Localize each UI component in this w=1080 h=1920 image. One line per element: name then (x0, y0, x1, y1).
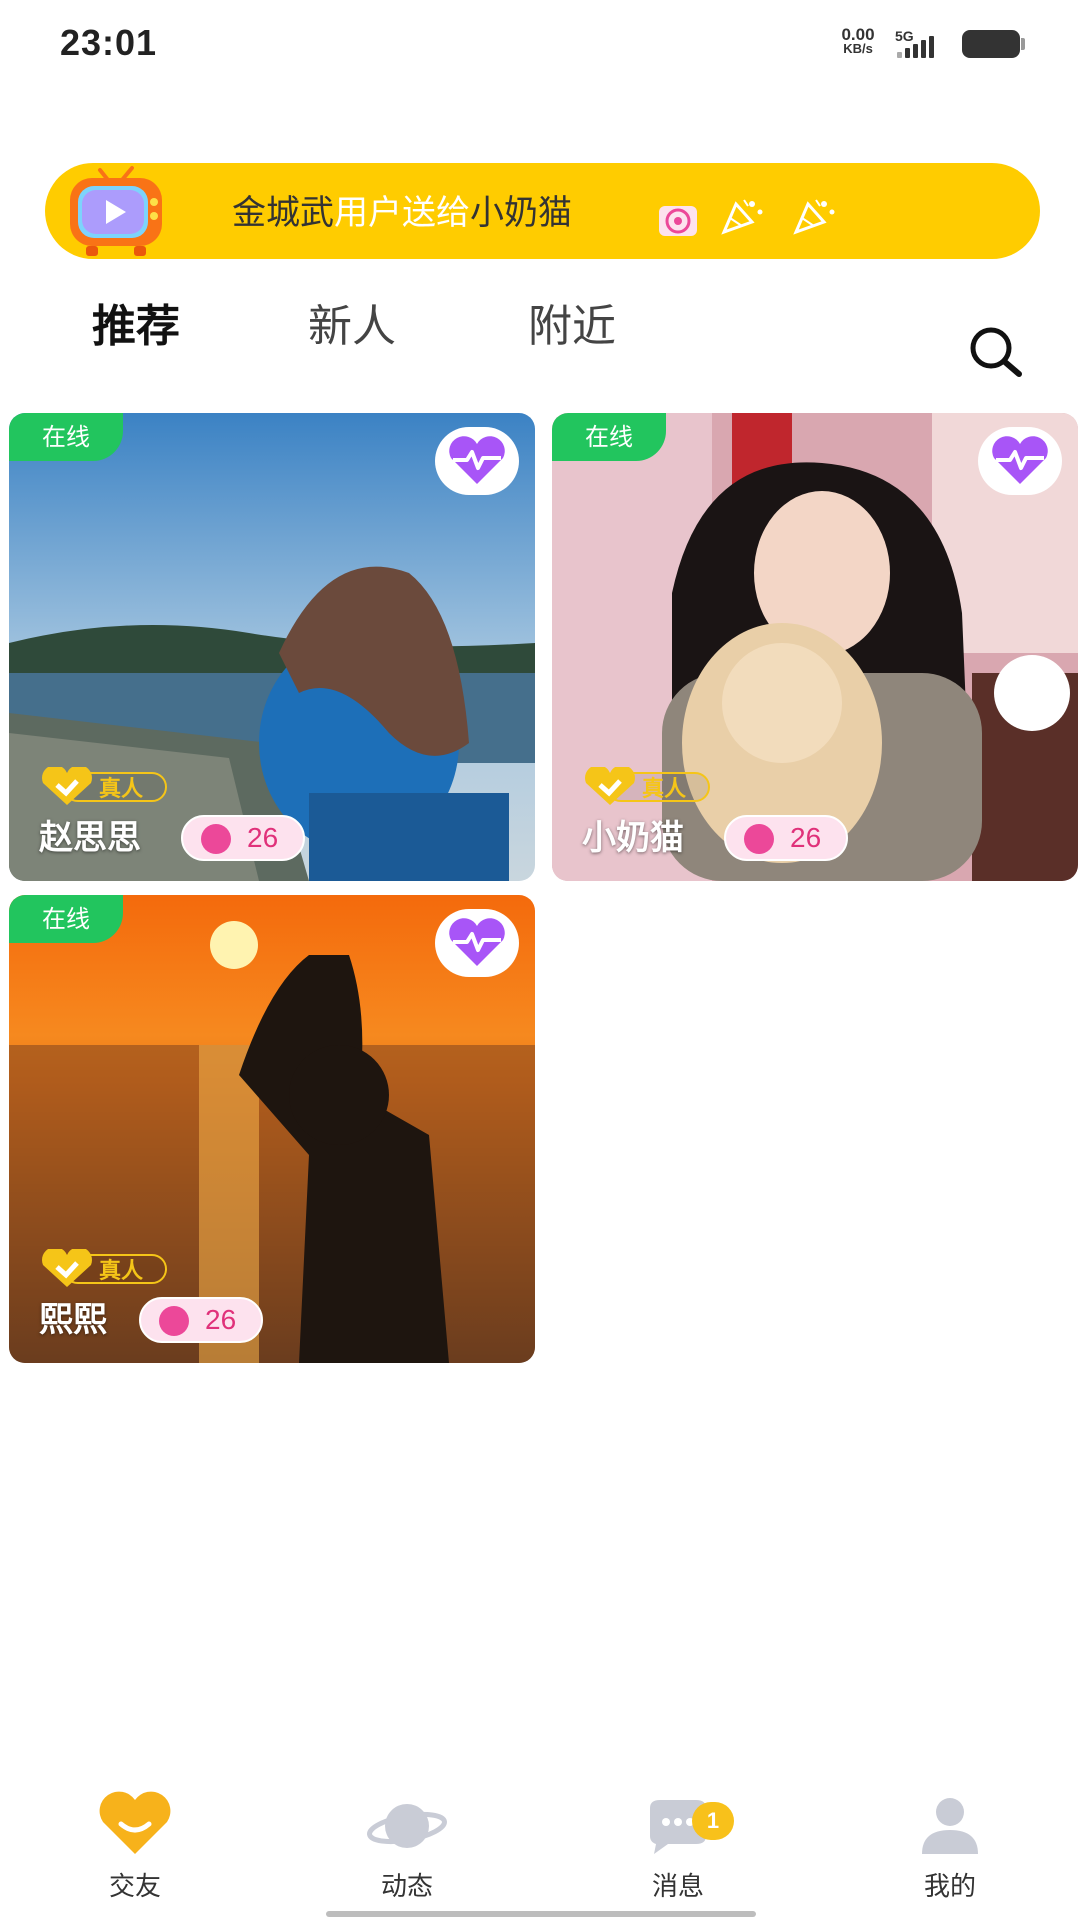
online-badge: 在线 (9, 895, 123, 943)
nav-label: 动态 (380, 1872, 433, 1902)
tab-recommend[interactable]: 推荐 (92, 290, 180, 354)
planet-icon (367, 1804, 447, 1848)
status-bar: 23:01 0.00 KB/s 5G (0, 0, 1080, 90)
gift-icon (655, 200, 701, 240)
battery-icon (962, 30, 1025, 58)
user-card[interactable]: 在线 真人 熙熙 26 (9, 895, 535, 1363)
nav-label: 消息 (651, 1872, 704, 1902)
bottom-nav: 交友 动态 1 消息 我的 (0, 1790, 1080, 1920)
banner-mid: 用户送给 (334, 193, 470, 233)
age-badge: 26 (181, 815, 305, 861)
like-button[interactable] (435, 909, 519, 977)
age-badge: 26 (139, 1297, 263, 1343)
verified-label: 真人 (99, 1259, 144, 1284)
user-name: 小奶猫 (582, 818, 684, 858)
verified-label: 真人 (642, 777, 687, 802)
network-speed: 0.00 KB/s (830, 25, 886, 56)
female-icon (744, 824, 774, 854)
heart-pulse-icon (449, 436, 505, 484)
user-card[interactable]: 在线 真人 赵思思 26 (9, 413, 535, 881)
net-speed-unit: KB/s (843, 41, 873, 56)
user-name: 熙熙 (39, 1300, 107, 1340)
search-icon[interactable] (965, 322, 1025, 382)
nav-label: 我的 (923, 1872, 976, 1902)
nav-moments[interactable]: 动态 (327, 1790, 487, 1910)
female-icon (201, 824, 231, 854)
female-icon (159, 1306, 189, 1336)
verified-badge: 真人 (39, 1249, 171, 1287)
user-name: 赵思思 (39, 818, 141, 858)
nav-friends[interactable]: 交友 (55, 1790, 215, 1910)
party-popper-icon (720, 196, 766, 236)
heart-check-icon (585, 767, 635, 805)
age-value: 26 (790, 822, 822, 853)
verified-badge: 真人 (582, 767, 714, 805)
tab-bar: 推荐 新人 附近 (0, 290, 1080, 370)
banner-sender: 金城武 (232, 193, 334, 233)
age-badge: 26 (724, 815, 848, 861)
tab-nearby[interactable]: 附近 (528, 290, 616, 354)
verified-label: 真人 (99, 777, 144, 802)
like-button[interactable] (435, 427, 519, 495)
age-value: 26 (205, 1304, 237, 1335)
tab-new[interactable]: 新人 (308, 290, 396, 354)
signal-icon: 5G (895, 28, 955, 60)
unread-badge: 1 (692, 1802, 734, 1840)
net-speed-value: 0.00 (841, 25, 875, 44)
nav-label: 交友 (108, 1872, 161, 1902)
party-popper-icon (792, 196, 838, 236)
online-badge: 在线 (9, 413, 123, 461)
age-value: 26 (247, 822, 279, 853)
online-badge: 在线 (552, 413, 666, 461)
heart-icon (99, 1791, 171, 1854)
heart-check-icon (42, 767, 92, 805)
banner-text: 金城武用户送给小奶猫 (232, 185, 572, 234)
home-indicator[interactable] (326, 1911, 756, 1917)
user-card[interactable]: 在线 真人 小奶猫 26 (552, 413, 1078, 881)
tv-icon (60, 160, 170, 260)
banner-receiver: 小奶猫 (470, 193, 572, 233)
like-button[interactable] (978, 427, 1062, 495)
nav-messages[interactable]: 1 消息 (598, 1790, 758, 1910)
user-icon (922, 1798, 978, 1854)
status-time: 23:01 (60, 22, 158, 63)
heart-pulse-icon (992, 436, 1048, 484)
heart-check-icon (42, 1249, 92, 1287)
verified-badge: 真人 (39, 767, 171, 805)
heart-pulse-icon (449, 918, 505, 966)
nav-profile[interactable]: 我的 (870, 1790, 1030, 1910)
